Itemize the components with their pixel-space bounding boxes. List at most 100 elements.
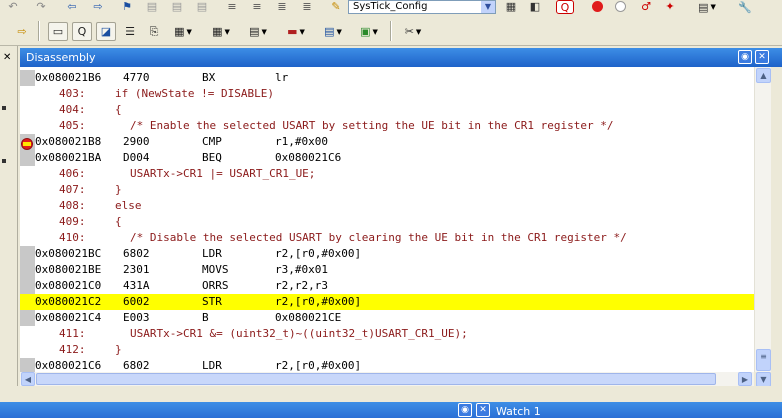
uncomment-icon[interactable]: ≣ xyxy=(300,0,314,13)
asm-line[interactable]: 0x080021BE 2301 MOVS r3,#0x01 xyxy=(20,262,754,278)
asm-opcode: 431A xyxy=(123,279,150,292)
indent-icon[interactable]: ≡ xyxy=(225,0,239,13)
dock-close-icon[interactable]: ✕ xyxy=(3,52,11,63)
asm-operands: 0x080021C6 xyxy=(275,151,342,164)
asm-operands: 0x080021CE xyxy=(275,311,342,324)
window-layout-icon[interactable]: ▤ ▼ xyxy=(694,0,720,14)
source-line-number: 410: xyxy=(59,231,86,244)
source-line[interactable]: 410: /* Disable the selected USART by cle… xyxy=(20,230,754,246)
disassembly-editor[interactable]: 0x080021B6 4770 BX lr 403: if (NewState != DI… xyxy=(20,67,754,372)
source-code: } xyxy=(115,343,122,356)
scroll-right-icon[interactable]: ▶ xyxy=(738,372,752,386)
current-instruction-line[interactable]: 0x080021C2 6002 STR r2,[r0,#0x00] xyxy=(20,294,754,310)
vertical-scroll-track[interactable] xyxy=(756,84,771,347)
bookmark-icon[interactable]: ⚑ xyxy=(120,0,134,13)
debug-session-icon[interactable]: Q xyxy=(556,0,574,14)
analysis-windows-icon[interactable]: ▬ ▼ xyxy=(280,22,312,41)
disable-breakpoints-icon[interactable]: ♂ xyxy=(638,0,654,13)
asm-mnemonic: B xyxy=(202,311,209,324)
system-viewer-icon[interactable]: ▣ ▼ xyxy=(354,22,384,41)
symbols-window-icon[interactable]: ◪ xyxy=(96,22,116,41)
asm-opcode: E003 xyxy=(123,311,150,324)
disassembly-window-icon[interactable]: Q xyxy=(72,22,92,41)
trace-windows-icon[interactable]: ▤ ▼ xyxy=(318,22,348,41)
toolbox-icon[interactable]: ✂ ▼ xyxy=(398,22,428,41)
asm-line[interactable]: 0x080021C0 431A ORRS r2,r2,r3 xyxy=(20,278,754,294)
command-window-icon[interactable]: ▭ xyxy=(48,22,68,41)
close-icon[interactable]: ✕ xyxy=(755,50,769,64)
asm-line[interactable]: 0x080021B6 4770 BX lr xyxy=(20,70,754,86)
memory-windows-icon[interactable]: ▦ ▼ xyxy=(204,22,238,41)
asm-line[interactable]: 0x080021C4 E003 B 0x080021CE xyxy=(20,310,754,326)
enable-breakpoint-icon[interactable] xyxy=(615,1,626,12)
redo-icon[interactable]: ↷ xyxy=(34,0,48,13)
registers-window-icon[interactable]: ☰ xyxy=(120,22,140,41)
source-line[interactable]: 404: { xyxy=(20,102,754,118)
asm-address: 0x080021BC xyxy=(35,247,102,260)
source-line[interactable]: 406: USARTx->CR1 |= USART_CR1_UE; xyxy=(20,166,754,182)
dock-marker xyxy=(2,159,6,163)
run-to-cursor-icon[interactable]: ⇨ xyxy=(14,23,30,39)
scroll-up-icon[interactable]: ▲ xyxy=(756,68,771,83)
watch-pin-icon[interactable]: ◉ xyxy=(458,403,472,417)
navigate-forward-icon[interactable]: ⇨ xyxy=(90,0,106,13)
toolbar-separator xyxy=(390,21,391,41)
target-combo[interactable]: SysTick_Config ▼ xyxy=(348,0,496,14)
source-line[interactable]: 411: USARTx->CR1 &= (uint32_t)~((uint32_t… xyxy=(20,326,754,342)
dock-marker xyxy=(2,106,6,110)
asm-operands: r2,[r0,#0x00] xyxy=(275,295,362,308)
asm-line[interactable]: 0x080021BA D004 BEQ 0x080021C6 xyxy=(20,150,754,166)
source-line[interactable]: 412:} xyxy=(20,342,754,358)
asm-line[interactable]: 0x080021C6 6802 LDR r2,[r0,#0x00] xyxy=(20,358,754,372)
source-line-number: 406: xyxy=(59,167,86,180)
source-line[interactable]: 409: { xyxy=(20,214,754,230)
source-line-number: 411: xyxy=(59,327,86,340)
source-code: else xyxy=(115,199,142,212)
source-line[interactable]: 403: if (NewState != DISABLE) xyxy=(20,86,754,102)
comment-icon[interactable]: ≣ xyxy=(275,0,289,13)
source-line[interactable]: 408: else xyxy=(20,198,754,214)
incremental-find-icon[interactable]: ◧ xyxy=(527,0,543,13)
insert-breakpoint-icon[interactable] xyxy=(592,1,603,12)
asm-address: 0x080021C6 xyxy=(35,359,102,372)
horizontal-scrollbar[interactable]: ◀ ▶ xyxy=(20,372,754,386)
asm-opcode: 4770 xyxy=(123,71,150,84)
scroll-thumb[interactable]: ≡ xyxy=(756,349,771,371)
watch-windows-icon[interactable]: ▦ ▼ xyxy=(168,22,198,41)
horizontal-scroll-thumb[interactable] xyxy=(36,373,716,385)
asm-opcode: 6802 xyxy=(123,359,150,372)
asm-address: 0x080021C2 xyxy=(35,295,102,308)
unindent-icon[interactable]: ≡ xyxy=(250,0,264,13)
asm-opcode: 2301 xyxy=(123,263,150,276)
kill-breakpoints-icon[interactable]: ✦ xyxy=(662,0,678,13)
asm-line[interactable]: 0x080021B8 2900 CMP r1,#0x00 xyxy=(20,134,754,150)
undo-icon[interactable]: ↶ xyxy=(6,0,20,13)
asm-mnemonic: LDR xyxy=(202,247,222,260)
breakpoint-current-position-icon[interactable] xyxy=(21,138,33,150)
navigate-back-icon[interactable]: ⇦ xyxy=(64,0,80,13)
find-icon[interactable]: ▦ xyxy=(503,0,519,13)
scroll-left-icon[interactable]: ◀ xyxy=(21,372,35,386)
vertical-scrollbar[interactable]: ▲ ≡ ▼ xyxy=(754,67,772,387)
source-line[interactable]: 405: /* Enable the selected USART by sett… xyxy=(20,118,754,134)
prev-bookmark-icon[interactable]: ▤ xyxy=(145,0,159,13)
asm-line[interactable]: 0x080021BC 6802 LDR r2,[r0,#0x00] xyxy=(20,246,754,262)
watch-tab[interactable]: Watch 1 xyxy=(496,405,541,418)
pin-icon[interactable]: ◉ xyxy=(738,50,752,64)
asm-operands: r2,[r0,#0x00] xyxy=(275,247,362,260)
configure-icon[interactable]: 🔧 xyxy=(736,0,754,14)
scroll-down-icon[interactable]: ▼ xyxy=(756,372,771,387)
watch-close-icon[interactable]: ✕ xyxy=(476,403,490,417)
clear-bookmarks-icon[interactable]: ▤ xyxy=(195,0,209,13)
top-toolbar: ↶ ↷ ⇦ ⇨ ⚑ ▤ ▤ ▤ ≡ ≡ ≣ ≣ ✎ SysTick_Config… xyxy=(0,0,782,15)
next-bookmark-icon[interactable]: ▤ xyxy=(170,0,184,13)
source-code: { xyxy=(115,103,122,116)
chevron-down-icon: ▼ xyxy=(481,1,495,13)
source-code: /* Enable the selected USART by setting … xyxy=(130,119,614,132)
source-line[interactable]: 407:} xyxy=(20,182,754,198)
asm-operands: r2,r2,r3 xyxy=(275,279,328,292)
call-stack-window-icon[interactable]: ⎘ xyxy=(144,22,164,41)
serial-windows-icon[interactable]: ▤ ▼ xyxy=(242,22,274,41)
find-in-files-icon[interactable]: ✎ xyxy=(328,0,344,13)
source-line-number: 412: xyxy=(59,343,86,356)
